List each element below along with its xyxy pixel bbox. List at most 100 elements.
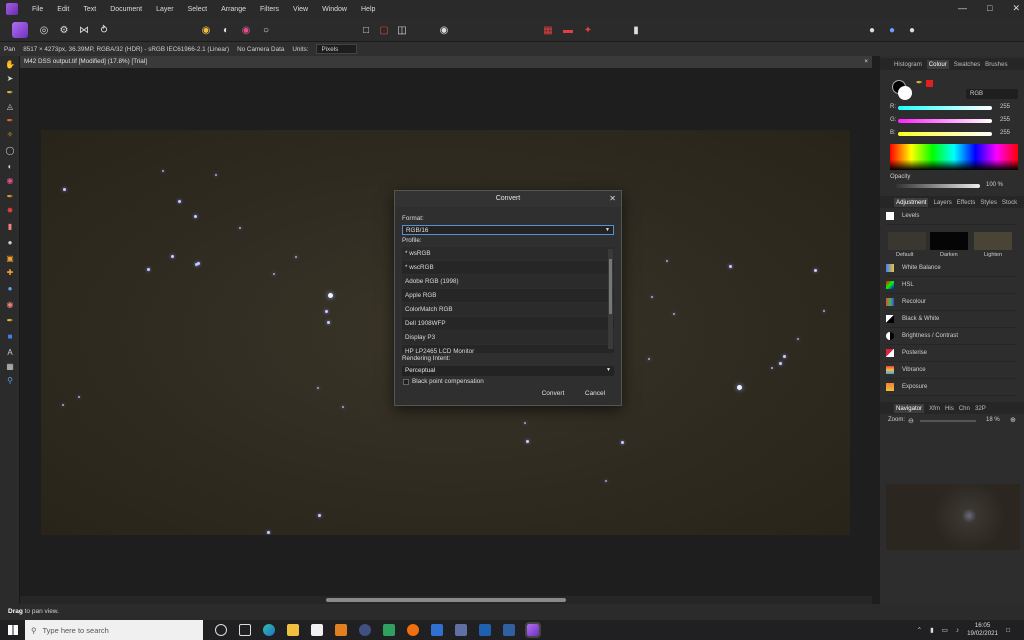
shape-tool-icon[interactable]: ■ bbox=[4, 332, 16, 342]
move-tool-icon[interactable]: ➤ bbox=[4, 74, 16, 84]
app-icon-5[interactable] bbox=[455, 624, 467, 636]
profile-item[interactable]: Dell 1908WFP bbox=[402, 317, 614, 331]
export-persona-icon[interactable]: ⥁ bbox=[96, 22, 112, 38]
tab-32bit-preview[interactable]: 32P bbox=[975, 405, 986, 412]
menu-view[interactable]: View bbox=[293, 6, 308, 13]
rendering-intent-select[interactable]: Perceptual ▼ bbox=[402, 366, 614, 376]
pen-tool-icon[interactable]: ✒ bbox=[4, 316, 16, 326]
convert-button[interactable]: Convert bbox=[533, 388, 573, 400]
tray-chevron-icon[interactable]: ⌃ bbox=[917, 626, 922, 634]
profile-scroll-thumb[interactable] bbox=[609, 259, 612, 314]
menu-help[interactable]: Help bbox=[361, 6, 375, 13]
close-window-icon[interactable]: ✕ bbox=[1012, 3, 1020, 14]
mirror-icon[interactable]: ▬ bbox=[560, 22, 576, 38]
menu-filters[interactable]: Filters bbox=[260, 6, 279, 13]
cancel-button[interactable]: Cancel bbox=[575, 388, 615, 400]
tone-mapping-persona-icon[interactable]: ⋈ bbox=[76, 22, 92, 38]
menu-file[interactable]: File bbox=[32, 6, 43, 13]
battery-icon[interactable]: ▮ bbox=[930, 626, 934, 634]
edge-icon[interactable] bbox=[263, 624, 275, 636]
profile-item[interactable]: ColorMatch RGB bbox=[402, 303, 614, 317]
tab-styles[interactable]: Styles bbox=[980, 199, 997, 206]
menu-arrange[interactable]: Arrange bbox=[221, 6, 246, 13]
zoom-in-icon[interactable]: ⊕ bbox=[1010, 416, 1016, 424]
cortana-icon[interactable] bbox=[215, 624, 227, 636]
liquify-persona-icon[interactable]: ◎ bbox=[36, 22, 52, 38]
zoom-slider[interactable] bbox=[920, 420, 976, 422]
erase-brush-icon[interactable]: ▮ bbox=[4, 222, 16, 232]
menu-window[interactable]: Window bbox=[322, 6, 347, 13]
file-explorer-icon[interactable] bbox=[287, 624, 299, 636]
format-select[interactable]: RGB/16 ▼ bbox=[402, 225, 614, 235]
profile-item[interactable]: * wsRGB bbox=[402, 247, 614, 261]
clone-brush-icon[interactable]: ▣ bbox=[4, 254, 16, 264]
tab-colour[interactable]: Colour bbox=[926, 59, 949, 69]
menu-select[interactable]: Select bbox=[188, 6, 207, 13]
deselect-icon[interactable]: ▢ bbox=[376, 22, 392, 38]
marquee-tool-icon[interactable]: ◯ bbox=[4, 146, 16, 156]
crop-tool-icon[interactable]: ◬ bbox=[4, 102, 16, 112]
selection-brush-icon[interactable]: ✒ bbox=[4, 116, 16, 126]
bpc-checkbox[interactable] bbox=[403, 379, 409, 385]
app-icon-4[interactable] bbox=[407, 624, 419, 636]
notifications-icon[interactable]: □ bbox=[1006, 627, 1010, 634]
paint-brush-icon[interactable]: ✒ bbox=[4, 192, 16, 202]
mesh-warp-icon[interactable]: ▦ bbox=[4, 362, 16, 372]
app-icon-3[interactable] bbox=[383, 624, 395, 636]
invert-selection-icon[interactable]: ◫ bbox=[394, 22, 410, 38]
hand-tool-icon[interactable]: ✋ bbox=[4, 60, 16, 70]
menu-layer[interactable]: Layer bbox=[156, 6, 174, 13]
develop-persona-icon[interactable]: ⚙ bbox=[56, 22, 72, 38]
app-icon-2[interactable] bbox=[359, 624, 371, 636]
colour-mode-select[interactable]: RGB bbox=[966, 89, 1018, 99]
quick-mask-icon[interactable]: ◉ bbox=[436, 22, 452, 38]
profile-item[interactable]: Apple RGB bbox=[402, 289, 614, 303]
red-value[interactable]: 255 bbox=[1000, 104, 1010, 110]
green-value[interactable]: 255 bbox=[1000, 117, 1010, 123]
photo-persona-icon[interactable] bbox=[12, 22, 28, 38]
colour-picker-icon[interactable]: ✒ bbox=[4, 88, 16, 98]
taskbar-search[interactable]: ⚲ Type here to search bbox=[25, 620, 203, 640]
tab-swatches[interactable]: Swatches bbox=[954, 61, 980, 68]
mail-icon[interactable] bbox=[431, 624, 443, 636]
arrange-icon[interactable]: ● bbox=[884, 22, 900, 38]
affinity-photo-taskbar-icon[interactable] bbox=[525, 622, 541, 638]
profile-item[interactable]: * wscRGB bbox=[402, 261, 614, 275]
opacity-value[interactable]: 100 % bbox=[986, 182, 1003, 188]
document-tab[interactable]: M42 DSS output.tif [Modified] (17.8%) [T… bbox=[20, 56, 872, 68]
healing-brush-icon[interactable]: ✚ bbox=[4, 268, 16, 278]
assistant-icon[interactable]: ▮ bbox=[628, 22, 644, 38]
adjustment-white-balance[interactable]: White Balance bbox=[886, 260, 1016, 277]
tab-adjustment[interactable]: Adjustment bbox=[894, 197, 929, 207]
none-colour-icon[interactable] bbox=[926, 80, 933, 87]
profile-list[interactable]: * wsRGB * wscRGB Adobe RGB (1998) Apple … bbox=[402, 247, 614, 353]
tab-navigator[interactable]: Navigator bbox=[894, 403, 925, 413]
profile-scrollbar[interactable] bbox=[608, 249, 613, 349]
tab-effects[interactable]: Effects bbox=[957, 199, 976, 206]
tab-history[interactable]: His bbox=[945, 405, 954, 412]
blue-slider[interactable] bbox=[898, 132, 992, 136]
dialog-close-icon[interactable]: ✕ bbox=[609, 194, 616, 203]
zoom-out-icon[interactable]: ⊖ bbox=[908, 417, 914, 425]
adjustment-hsl[interactable]: HSL bbox=[886, 277, 1016, 294]
preset-lighten-thumb[interactable] bbox=[974, 232, 1012, 250]
preset-darken-thumb[interactable] bbox=[930, 232, 968, 250]
adjustment-vibrance[interactable]: Vibrance bbox=[886, 362, 1016, 379]
primary-colour-swatch[interactable] bbox=[898, 86, 912, 100]
close-document-icon[interactable]: × bbox=[864, 56, 868, 68]
tab-channels[interactable]: Chn bbox=[959, 405, 970, 412]
task-view-icon[interactable] bbox=[239, 624, 251, 636]
tab-histogram[interactable]: Histogram bbox=[894, 61, 922, 68]
tab-layers[interactable]: Layers bbox=[933, 199, 951, 206]
auto-white-balance-icon[interactable]: ○ bbox=[258, 22, 274, 38]
app-icon-6[interactable] bbox=[503, 624, 515, 636]
menu-document[interactable]: Document bbox=[110, 6, 142, 13]
red-eye-icon[interactable]: ◉ bbox=[4, 300, 16, 310]
photoshop-icon[interactable] bbox=[479, 624, 491, 636]
selection-mode-icon[interactable]: □ bbox=[358, 22, 374, 38]
scroll-thumb[interactable] bbox=[326, 598, 566, 602]
profile-item[interactable]: HP LP2465 LCD Monitor bbox=[402, 345, 614, 353]
adjustment-black-white[interactable]: Black & White bbox=[886, 311, 1016, 328]
speech-bubble-icon[interactable]: ● bbox=[864, 22, 880, 38]
red-slider[interactable] bbox=[898, 106, 992, 110]
